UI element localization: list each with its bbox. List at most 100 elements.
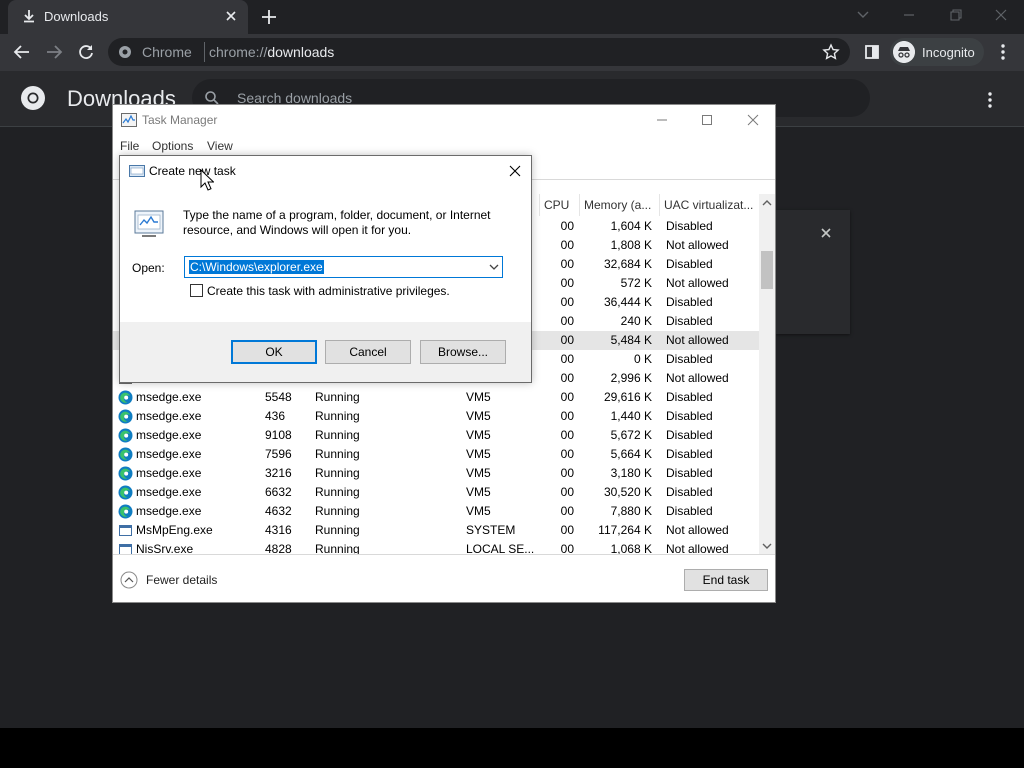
table-row[interactable]: msedge.exe 436 Running VM5 00 1,440 K Disabled xyxy=(113,407,759,426)
process-pid: 3216 xyxy=(265,466,292,480)
close-icon[interactable] xyxy=(222,7,240,25)
scroll-down-icon[interactable] xyxy=(762,541,772,551)
process-memory: 240 K xyxy=(620,314,652,328)
process-uac: Disabled xyxy=(666,409,713,423)
scroll-up-icon[interactable] xyxy=(762,198,772,208)
process-user: VM5 xyxy=(466,466,491,480)
edge-icon xyxy=(118,409,133,424)
edge-icon xyxy=(118,504,133,519)
minimize-icon[interactable] xyxy=(651,109,673,131)
process-uac: Disabled xyxy=(666,257,713,271)
browse-button[interactable]: Browse... xyxy=(420,340,506,364)
create-new-task-dialog: Create new task Type the name of a progr… xyxy=(119,155,532,383)
process-cpu: 00 xyxy=(560,523,574,537)
download-icon xyxy=(24,10,34,23)
table-row[interactable]: msedge.exe 7596 Running VM5 00 5,664 K Disable… xyxy=(113,445,759,464)
url-host: downloads xyxy=(267,44,335,60)
table-row[interactable]: msedge.exe 6632 Running VM5 00 30,520 K Disabl… xyxy=(113,483,759,502)
close-icon[interactable] xyxy=(742,109,764,131)
process-uac: Not allowed xyxy=(666,276,729,290)
task-manager-titlebar[interactable]: Task Manager xyxy=(113,105,775,135)
table-row[interactable]: msedge.exe 9108 Running VM5 00 5,672 K Disable… xyxy=(113,426,759,445)
scrollbar-thumb[interactable] xyxy=(761,251,773,289)
dialog-titlebar[interactable]: Create new task xyxy=(120,156,531,186)
end-task-button[interactable]: End task xyxy=(684,569,768,591)
process-user: VM5 xyxy=(466,504,491,518)
table-row[interactable]: NisSrv.exe 4828 Running LOCAL SE... 00 1,068 … xyxy=(113,540,759,555)
site-name: Chrome xyxy=(142,44,192,60)
process-pid: 7596 xyxy=(265,447,292,461)
process-uac: Not allowed xyxy=(666,371,729,385)
chevron-down-icon[interactable] xyxy=(489,263,499,271)
forward-icon[interactable] xyxy=(41,40,67,64)
process-cpu: 00 xyxy=(560,390,574,404)
process-uac: Disabled xyxy=(666,466,713,480)
process-memory: 1,604 K xyxy=(610,219,652,233)
new-tab-icon[interactable] xyxy=(258,6,280,28)
table-row[interactable]: msedge.exe 4632 Running VM5 00 7,880 K Disable… xyxy=(113,502,759,521)
address-bar[interactable]: Chrome chrome://downloads xyxy=(108,38,850,66)
close-icon[interactable] xyxy=(506,162,524,180)
dialog-description: Type the name of a program, folder, docu… xyxy=(183,208,491,237)
process-name: msedge.exe xyxy=(136,504,202,518)
process-uac: Disabled xyxy=(666,314,713,328)
vertical-scrollbar[interactable] xyxy=(759,194,775,554)
column-header-cpu[interactable]: CPU xyxy=(539,194,579,216)
process-uac: Disabled xyxy=(666,485,713,499)
side-panel-icon[interactable] xyxy=(859,40,885,64)
minimize-icon[interactable] xyxy=(896,4,922,26)
reload-icon[interactable] xyxy=(73,40,99,64)
table-row[interactable]: msedge.exe 3216 Running VM5 00 3,180 K Disable… xyxy=(113,464,759,483)
tab-downloads[interactable]: Downloads xyxy=(8,0,248,34)
menu-file[interactable]: File xyxy=(120,139,139,153)
checkbox-box[interactable] xyxy=(190,284,203,297)
downloads-more-icon[interactable] xyxy=(978,88,1002,112)
process-name: MsMpEng.exe xyxy=(136,523,213,537)
process-uac: Not allowed xyxy=(666,333,729,347)
open-input-value[interactable]: C:\Windows\explorer.exe xyxy=(189,260,324,274)
process-memory: 1,068 K xyxy=(610,542,652,555)
cancel-button[interactable]: Cancel xyxy=(325,340,411,364)
process-cpu: 00 xyxy=(560,219,574,233)
back-icon[interactable] xyxy=(9,40,35,64)
restore-icon[interactable] xyxy=(942,4,968,26)
run-program-icon xyxy=(134,210,164,237)
process-cpu: 00 xyxy=(560,447,574,461)
process-memory: 0 K xyxy=(633,352,652,366)
kebab-menu-icon[interactable] xyxy=(990,40,1016,64)
maximize-icon[interactable] xyxy=(696,109,718,131)
process-status: Running xyxy=(315,428,360,442)
process-memory: 36,444 K xyxy=(603,295,652,309)
process-user: VM5 xyxy=(466,485,491,499)
process-user: VM5 xyxy=(466,447,491,461)
remove-download-icon[interactable] xyxy=(818,225,834,241)
process-memory: 1,808 K xyxy=(610,238,652,252)
edge-icon xyxy=(118,466,133,481)
menu-options[interactable]: Options xyxy=(152,139,193,153)
process-memory: 117,264 K xyxy=(598,523,652,537)
admin-privileges-label: Create this task with administrative pri… xyxy=(207,284,450,298)
task-manager-title: Task Manager xyxy=(142,113,218,127)
table-row[interactable]: msedge.exe 5548 Running VM5 00 29,616 K Disabl… xyxy=(113,388,759,407)
column-header-uac[interactable]: UAC virtualizat... xyxy=(659,194,759,216)
incognito-badge[interactable]: Incognito xyxy=(890,38,984,66)
incognito-label: Incognito xyxy=(922,45,975,60)
menu-view[interactable]: View xyxy=(207,139,233,153)
process-cpu: 00 xyxy=(560,333,574,347)
process-cpu: 00 xyxy=(560,238,574,252)
tab-search-chevron-icon[interactable] xyxy=(850,4,876,26)
column-header-memory[interactable]: Memory (a... xyxy=(579,194,659,216)
process-uac: Disabled xyxy=(666,504,713,518)
process-cpu: 00 xyxy=(560,542,574,555)
edge-icon xyxy=(118,390,133,405)
table-row[interactable]: MsMpEng.exe 4316 Running SYSTEM 00 117,264 K N… xyxy=(113,521,759,540)
ok-button[interactable]: OK xyxy=(231,340,317,364)
process-status: Running xyxy=(315,542,360,555)
dialog-button-bar: OK Cancel Browse... xyxy=(120,322,531,382)
process-user: VM5 xyxy=(466,428,491,442)
process-status: Running xyxy=(315,485,360,499)
open-combobox[interactable]: C:\Windows\explorer.exe xyxy=(184,256,503,278)
edge-icon xyxy=(118,428,133,443)
window-close-icon[interactable] xyxy=(988,4,1014,26)
bookmark-star-icon[interactable] xyxy=(822,43,840,61)
